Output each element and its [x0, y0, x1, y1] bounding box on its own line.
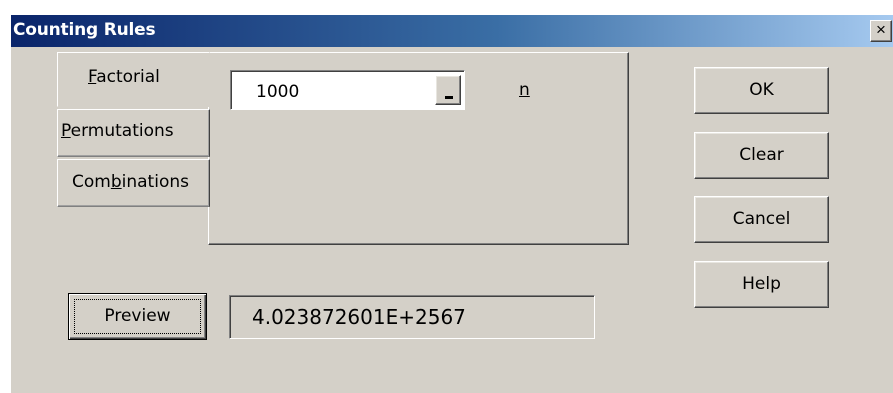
tab-factorial[interactable]: Factorial [57, 52, 210, 107]
tab-factorial-label: Factorial [88, 67, 160, 87]
tab-combinations[interactable]: Combinations [57, 159, 210, 207]
help-button[interactable]: Help [694, 261, 829, 308]
n-value-combo[interactable]: 1000 [230, 70, 465, 110]
tab-permutations-label: Permutations [61, 121, 174, 141]
clear-button[interactable]: Clear [694, 132, 829, 179]
cancel-button[interactable]: Cancel [694, 196, 829, 243]
title-bar: Counting Rules × [11, 15, 893, 47]
result-display: 4.023872601E+2567 [229, 295, 595, 339]
n-value-input[interactable]: 1000 [256, 82, 299, 102]
minus-icon [445, 96, 453, 99]
n-label: n [519, 80, 530, 100]
combo-dropdown-button[interactable] [435, 75, 461, 105]
close-button[interactable]: × [870, 20, 892, 42]
preview-button[interactable]: Preview [68, 293, 207, 340]
ok-button[interactable]: OK [694, 67, 829, 114]
focus-rectangle [74, 299, 201, 334]
window-title: Counting Rules [13, 20, 156, 40]
close-icon: × [876, 20, 886, 39]
tab-permutations[interactable]: Permutations [57, 109, 210, 157]
tab-combinations-label: Combinations [72, 172, 189, 192]
